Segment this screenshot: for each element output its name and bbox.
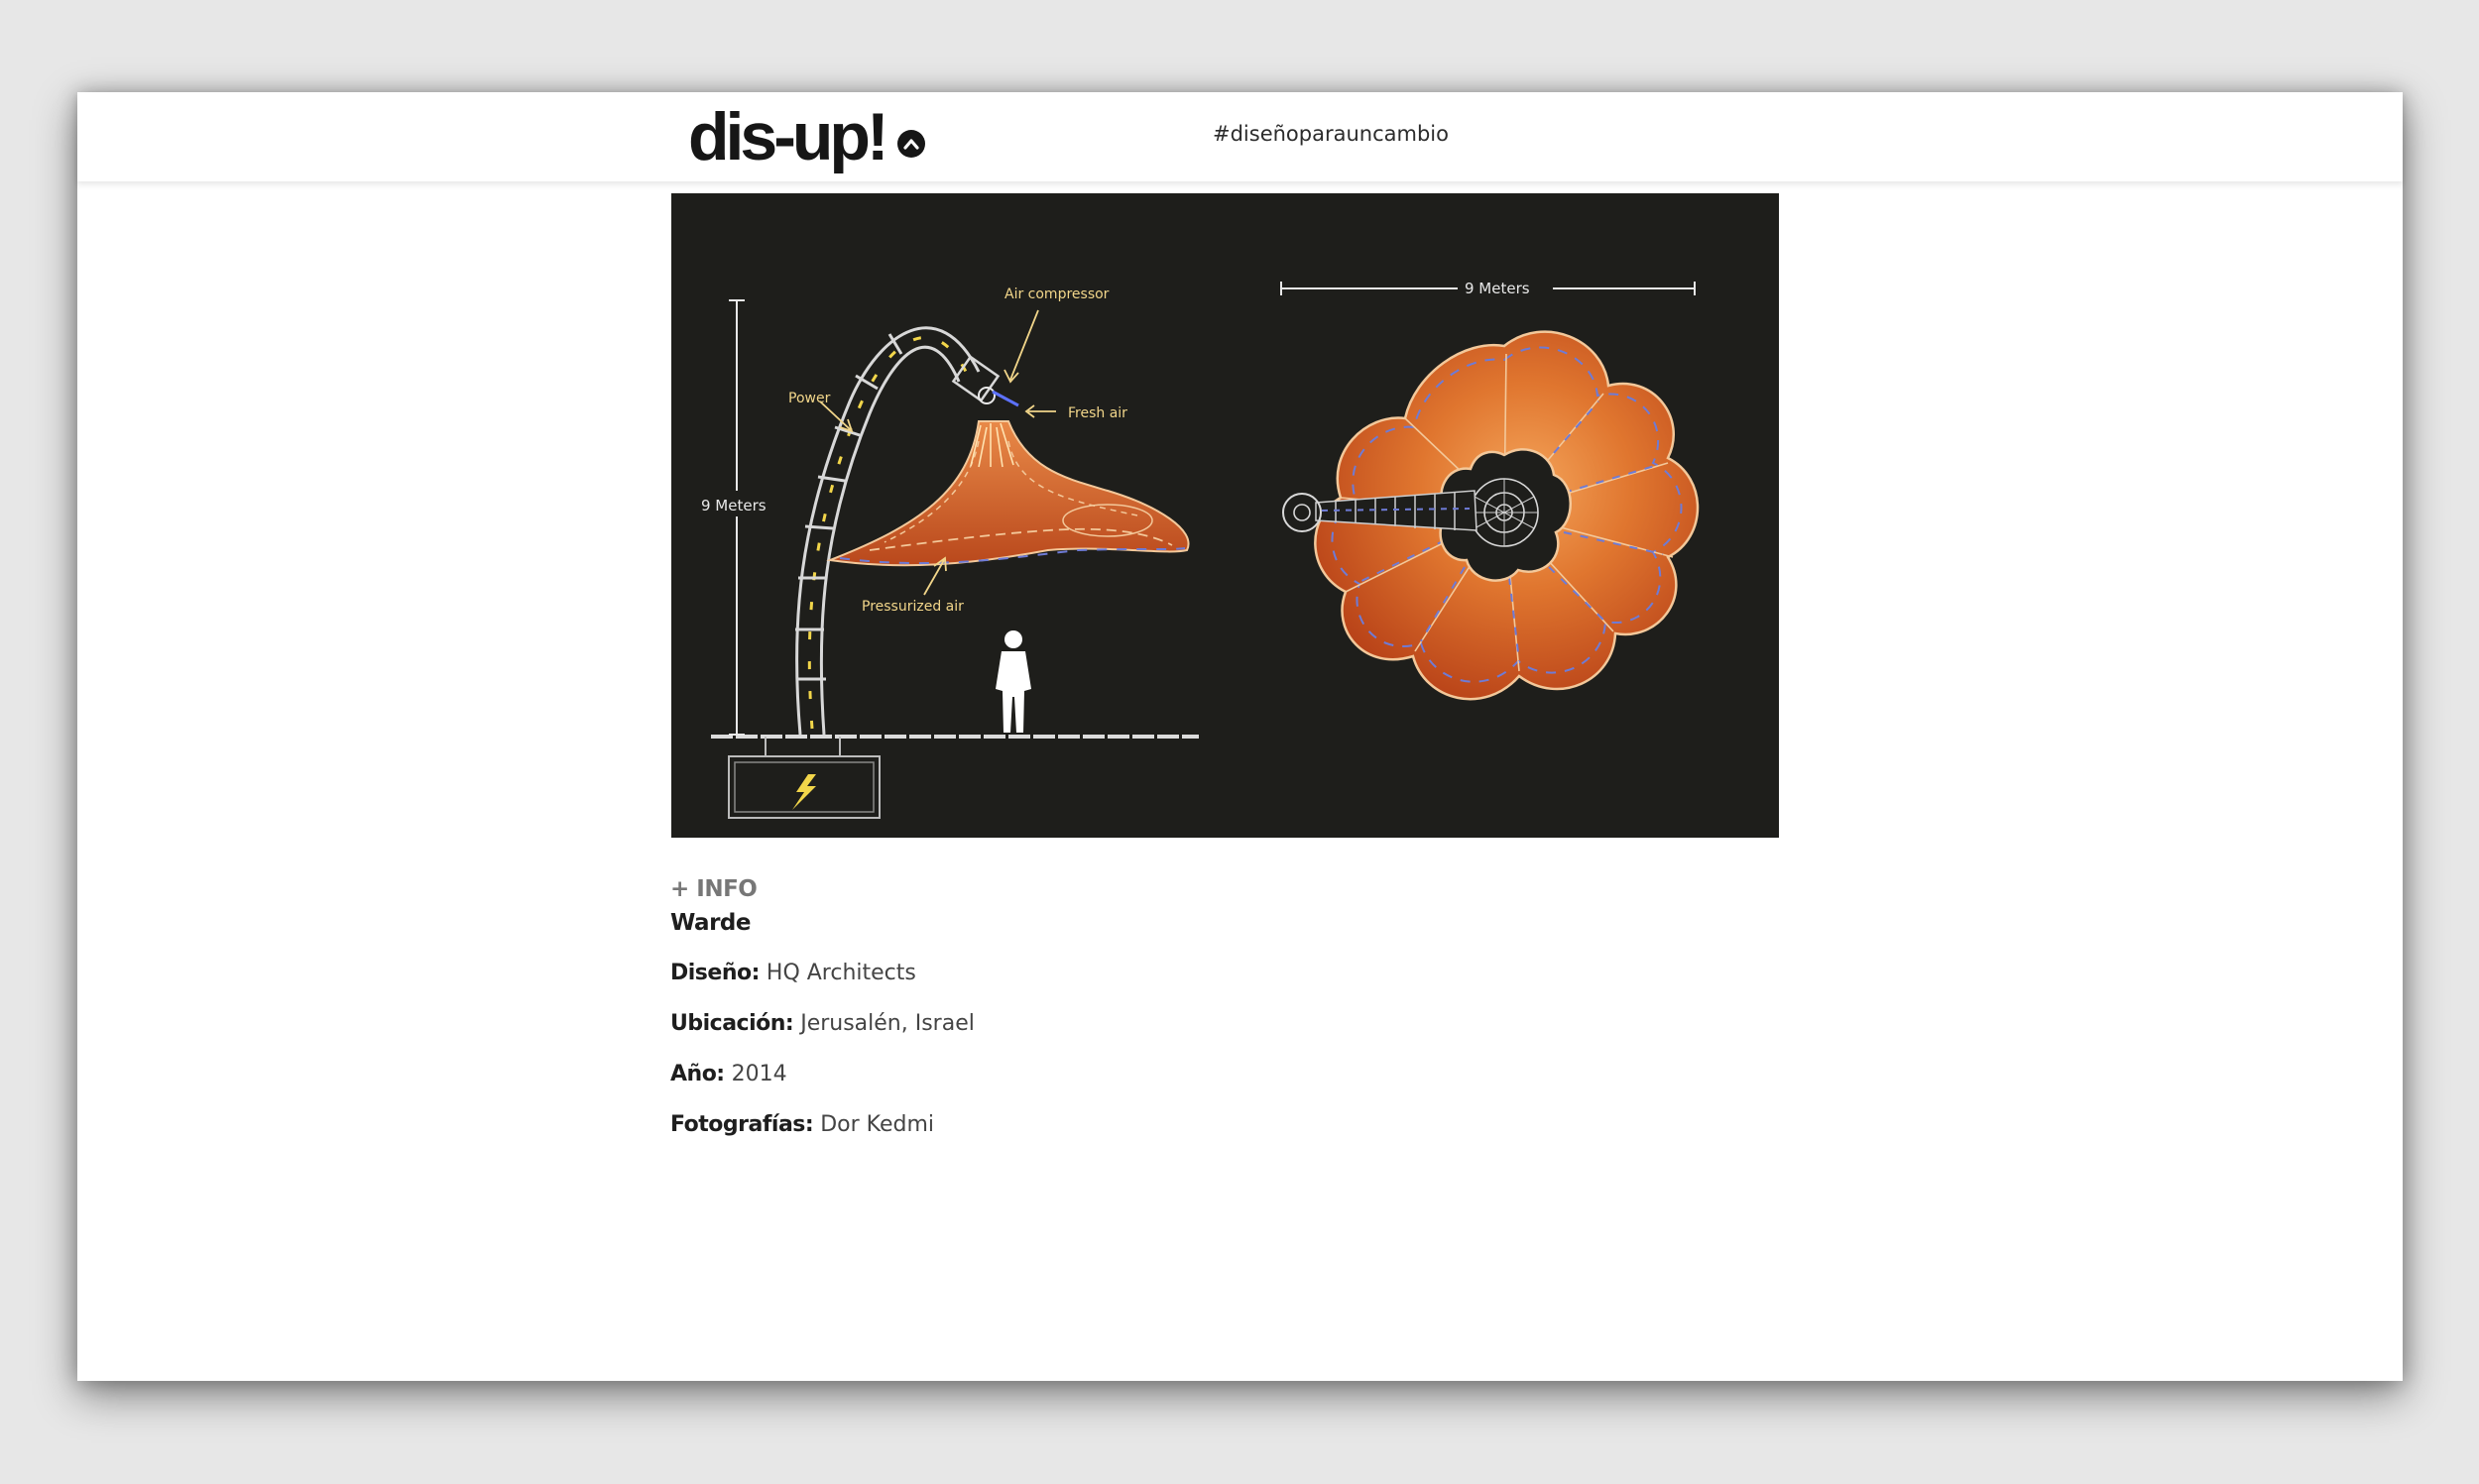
hashtag-tagline[interactable]: #diseñoparauncambio [1213,122,1449,146]
label-fresh-air: Fresh air [1068,405,1127,421]
info-row-year: Año: 2014 [670,1058,1563,1091]
chevron-up-icon[interactable] [896,130,925,158]
info-row-location: Ubicación: Jerusalén, Israel [670,1007,1563,1041]
label-width: 9 Meters [1465,280,1530,297]
info-value: 2014 [731,1062,787,1086]
info-value: HQ Architects [766,961,916,985]
info-label: Diseño: [670,961,760,985]
info-label: Año: [670,1062,725,1086]
label-pressurized-air: Pressurized air [862,599,964,615]
info-label: Fotografías: [670,1112,814,1137]
info-toggle[interactable]: + INFO [670,872,1563,906]
info-value: Dor Kedmi [820,1112,934,1137]
info-row-photos: Fotografías: Dor Kedmi [670,1108,1563,1142]
browser-window: dis-up! #diseñoparauncambio 9 Meters Air… [77,92,2403,1381]
logo-text: dis-up! [688,99,889,174]
site-logo[interactable]: dis-up! [688,92,925,181]
info-row-design: Diseño: HQ Architects [670,957,1563,990]
person-silhouette [996,630,1031,733]
site-header: dis-up! #diseñoparauncambio [77,92,2403,181]
project-title: Warde [670,910,751,936]
project-info: + INFO Warde Diseño: HQ Architects Ubica… [670,872,1563,1142]
info-value: Jerusalén, Israel [800,1011,975,1036]
info-label: Ubicación: [670,1011,794,1036]
project-diagram-image: 9 Meters Air compressor Fresh air Power … [671,193,1779,838]
label-height: 9 Meters [701,497,767,514]
label-power: Power [788,391,831,406]
label-air-compressor: Air compressor [1004,286,1110,302]
diagram-svg: 9 Meters Air compressor Fresh air Power … [693,277,1700,819]
